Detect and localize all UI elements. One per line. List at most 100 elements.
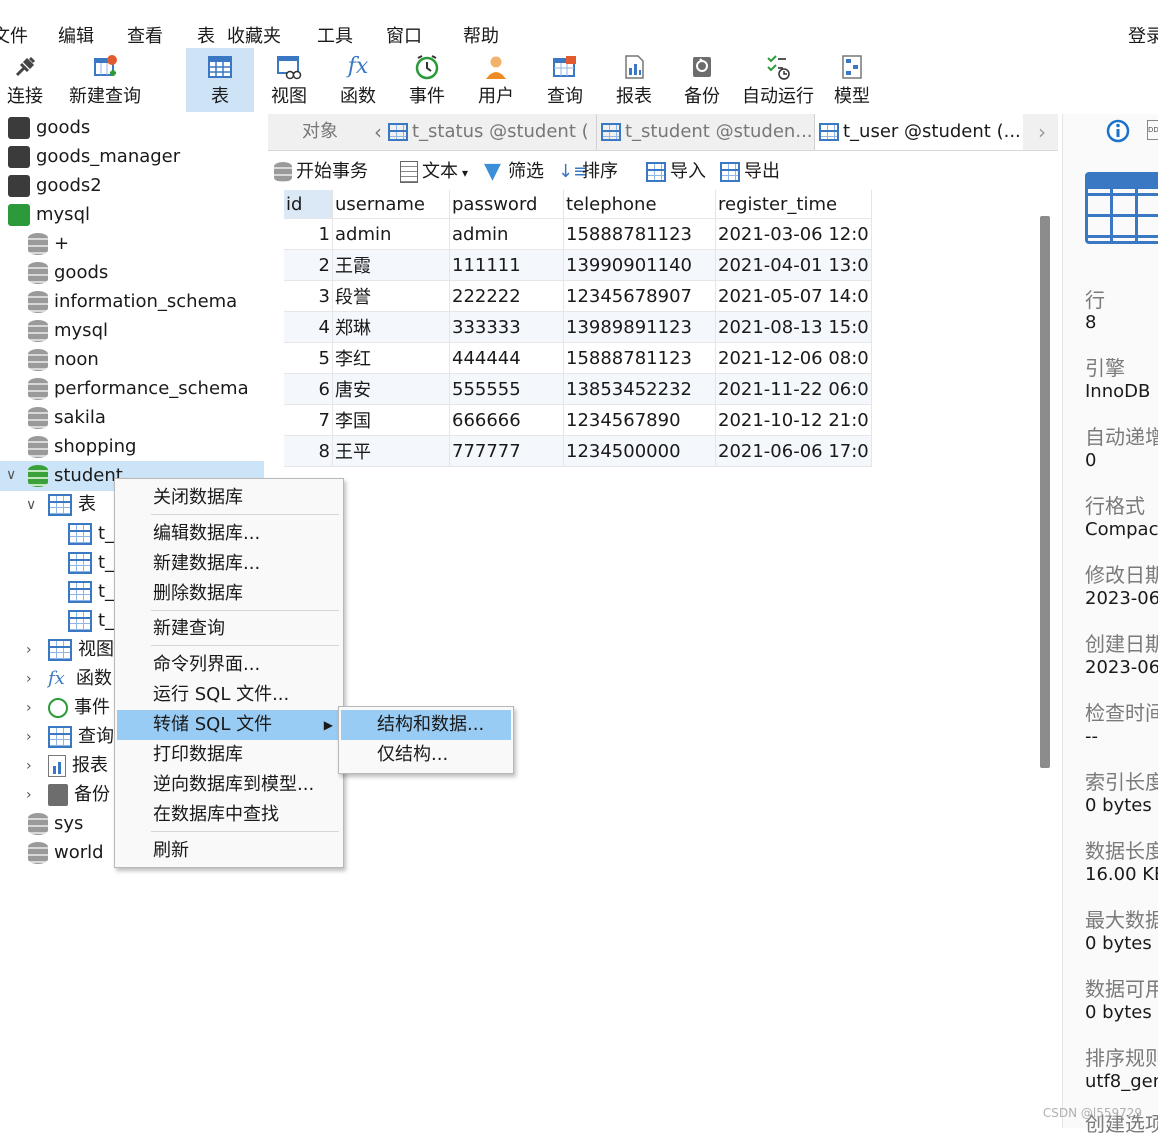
ddl-tab[interactable]: DDL <box>1147 120 1158 140</box>
menu-edit[interactable]: 编辑 <box>58 22 94 48</box>
menu-item-delete-database[interactable]: 删除数据库 <box>117 579 341 609</box>
cell-register-time[interactable]: 2021-10-12 21:0 <box>715 404 872 436</box>
model-button[interactable]: 模型 <box>822 48 882 112</box>
user-button[interactable]: 用户 <box>466 48 526 112</box>
cell-password[interactable]: 444444 <box>449 342 564 374</box>
column-header-id[interactable]: id <box>284 190 333 219</box>
cell-register-time[interactable]: 2021-04-01 13:0 <box>715 249 872 281</box>
filter-button[interactable]: ▼ 筛选 <box>484 158 544 186</box>
column-header-telephone[interactable]: telephone <box>563 190 716 219</box>
table-row[interactable]: 3 段誉 222222 12345678907 2021-05-07 14:0 <box>284 280 872 312</box>
tree-connection-goods[interactable]: goods <box>8 114 90 142</box>
menu-item-close-database[interactable]: 关闭数据库 <box>117 483 341 513</box>
menu-item-print-database[interactable]: 打印数据库 <box>117 740 341 770</box>
table-row[interactable]: 2 王霞 111111 13990901140 2021-04-01 13:0 <box>284 249 872 281</box>
cell-id[interactable]: 3 <box>284 280 333 312</box>
cell-username[interactable]: 李国 <box>332 404 450 436</box>
cell-username[interactable]: 李红 <box>332 342 450 374</box>
chevron-down-icon[interactable]: ∨ <box>6 467 16 483</box>
tree-table-item[interactable]: t_ <box>68 549 114 577</box>
cell-username[interactable]: 唐安 <box>332 373 450 405</box>
cell-id[interactable]: 2 <box>284 249 333 281</box>
table-row[interactable]: 6 唐安 555555 13853452232 2021-11-22 06:0 <box>284 373 872 405</box>
menu-item-edit-database[interactable]: 编辑数据库... <box>117 519 341 549</box>
tree-db-world[interactable]: world <box>28 839 104 867</box>
tree-table-item[interactable]: t_ <box>68 607 114 635</box>
cell-password[interactable]: admin <box>449 218 564 250</box>
menu-item-refresh[interactable]: 刷新 <box>117 836 341 866</box>
chevron-right-icon[interactable]: › <box>26 758 32 774</box>
cell-id[interactable]: 5 <box>284 342 333 374</box>
menu-view[interactable]: 查看 <box>127 22 163 48</box>
report-button[interactable]: 报表 <box>604 48 664 112</box>
cell-register-time[interactable]: 2021-06-06 17:0 <box>715 435 872 467</box>
table-row[interactable]: 8 王平 777777 1234500000 2021-06-06 17:0 <box>284 435 872 467</box>
cell-register-time[interactable]: 2021-12-06 08:0 <box>715 342 872 374</box>
cell-register-time[interactable]: 2021-08-13 15:0 <box>715 311 872 343</box>
tree-table-item[interactable]: t_ <box>68 578 114 606</box>
tree-db-shopping[interactable]: shopping <box>28 433 137 461</box>
cell-telephone[interactable]: 12345678907 <box>563 280 716 312</box>
tree-views-folder[interactable]: 视图 <box>48 636 114 664</box>
view-button[interactable]: 视图 <box>258 48 320 112</box>
menu-favorites[interactable]: 收藏夹 <box>227 22 281 48</box>
cell-id[interactable]: 1 <box>284 218 333 250</box>
menu-file[interactable]: 文件 <box>0 22 28 48</box>
menu-item-reverse-to-model[interactable]: 逆向数据库到模型... <box>117 770 341 800</box>
cell-telephone[interactable]: 1234567890 <box>563 404 716 436</box>
menu-table[interactable]: 表 <box>197 22 215 48</box>
column-header-password[interactable]: password <box>449 190 564 219</box>
tree-table-item[interactable]: t_ <box>68 520 114 548</box>
tree-db-sys[interactable]: sys <box>28 810 83 838</box>
new-query-button[interactable]: 新建查询 <box>62 48 148 112</box>
begin-transaction-button[interactable]: 开始事务 <box>274 158 368 186</box>
cell-password[interactable]: 333333 <box>449 311 564 343</box>
event-button[interactable]: 事件 <box>398 48 456 112</box>
cell-username[interactable]: 王平 <box>332 435 450 467</box>
tree-db-performance-schema[interactable]: performance_schema <box>28 375 249 403</box>
chevron-right-icon[interactable]: › <box>26 700 32 716</box>
cell-register-time[interactable]: 2021-11-22 06:0 <box>715 373 872 405</box>
chevron-right-icon[interactable]: › <box>1038 120 1046 144</box>
menu-window[interactable]: 窗口 <box>386 22 422 48</box>
cell-username[interactable]: 王霞 <box>332 249 450 281</box>
tree-functions-folder[interactable]: fx 函数 <box>48 665 112 693</box>
tree-connection-goods2[interactable]: goods2 <box>8 172 102 200</box>
cell-password[interactable]: 666666 <box>449 404 564 436</box>
menu-item-dump-sql-file[interactable]: 转储 SQL 文件 ▶ <box>117 710 341 740</box>
cell-password[interactable]: 111111 <box>449 249 564 281</box>
import-button[interactable]: 导入 <box>646 158 706 186</box>
connect-button[interactable]: 连接 <box>0 48 50 112</box>
cell-telephone[interactable]: 13989891123 <box>563 311 716 343</box>
table-button[interactable]: 表 <box>186 48 254 112</box>
table-row[interactable]: 4 郑琳 333333 13989891123 2021-08-13 15:0 <box>284 311 872 343</box>
tree-db-sakila[interactable]: sakila <box>28 404 106 432</box>
cell-telephone[interactable]: 1234500000 <box>563 435 716 467</box>
tab-objects[interactable]: 对象 <box>268 114 372 150</box>
cell-username[interactable]: 段誉 <box>332 280 450 312</box>
menu-item-structure-and-data[interactable]: 结构和数据... <box>341 710 511 740</box>
chevron-right-icon[interactable]: › <box>26 729 32 745</box>
menu-item-run-sql-file[interactable]: 运行 SQL 文件... <box>117 680 341 710</box>
tree-backups-folder[interactable]: 备份 <box>48 781 110 809</box>
tree-tables-folder[interactable]: 表 <box>48 491 96 519</box>
tree-connection-mysql[interactable]: mysql <box>8 201 90 229</box>
column-header-register-time[interactable]: register_time <box>715 190 872 219</box>
cell-password[interactable]: 555555 <box>449 373 564 405</box>
menu-help[interactable]: 帮助 <box>463 22 499 48</box>
sort-button[interactable]: ↓≡排序 <box>558 158 618 186</box>
automation-button[interactable]: 自动运行 <box>740 48 816 112</box>
table-row[interactable]: 5 李红 444444 15888781123 2021-12-06 08:0 <box>284 342 872 374</box>
function-button[interactable]: fx 函数 <box>328 48 388 112</box>
cell-register-time[interactable]: 2021-03-06 12:0 <box>715 218 872 250</box>
menu-tools[interactable]: 工具 <box>317 22 353 48</box>
chevron-down-icon[interactable]: ∨ <box>26 497 36 513</box>
login-link[interactable]: 登录 <box>1128 22 1158 48</box>
tree-db-information-schema[interactable]: information_schema <box>28 288 237 316</box>
cell-telephone[interactable]: 13853452232 <box>563 373 716 405</box>
chevron-right-icon[interactable]: › <box>26 787 32 803</box>
table-row[interactable]: 1 admin admin 15888781123 2021-03-06 12:0 <box>284 218 872 250</box>
tree-reports-folder[interactable]: 报表 <box>48 752 108 780</box>
cell-register-time[interactable]: 2021-05-07 14:0 <box>715 280 872 312</box>
tree-db-plus[interactable]: + <box>28 230 69 258</box>
